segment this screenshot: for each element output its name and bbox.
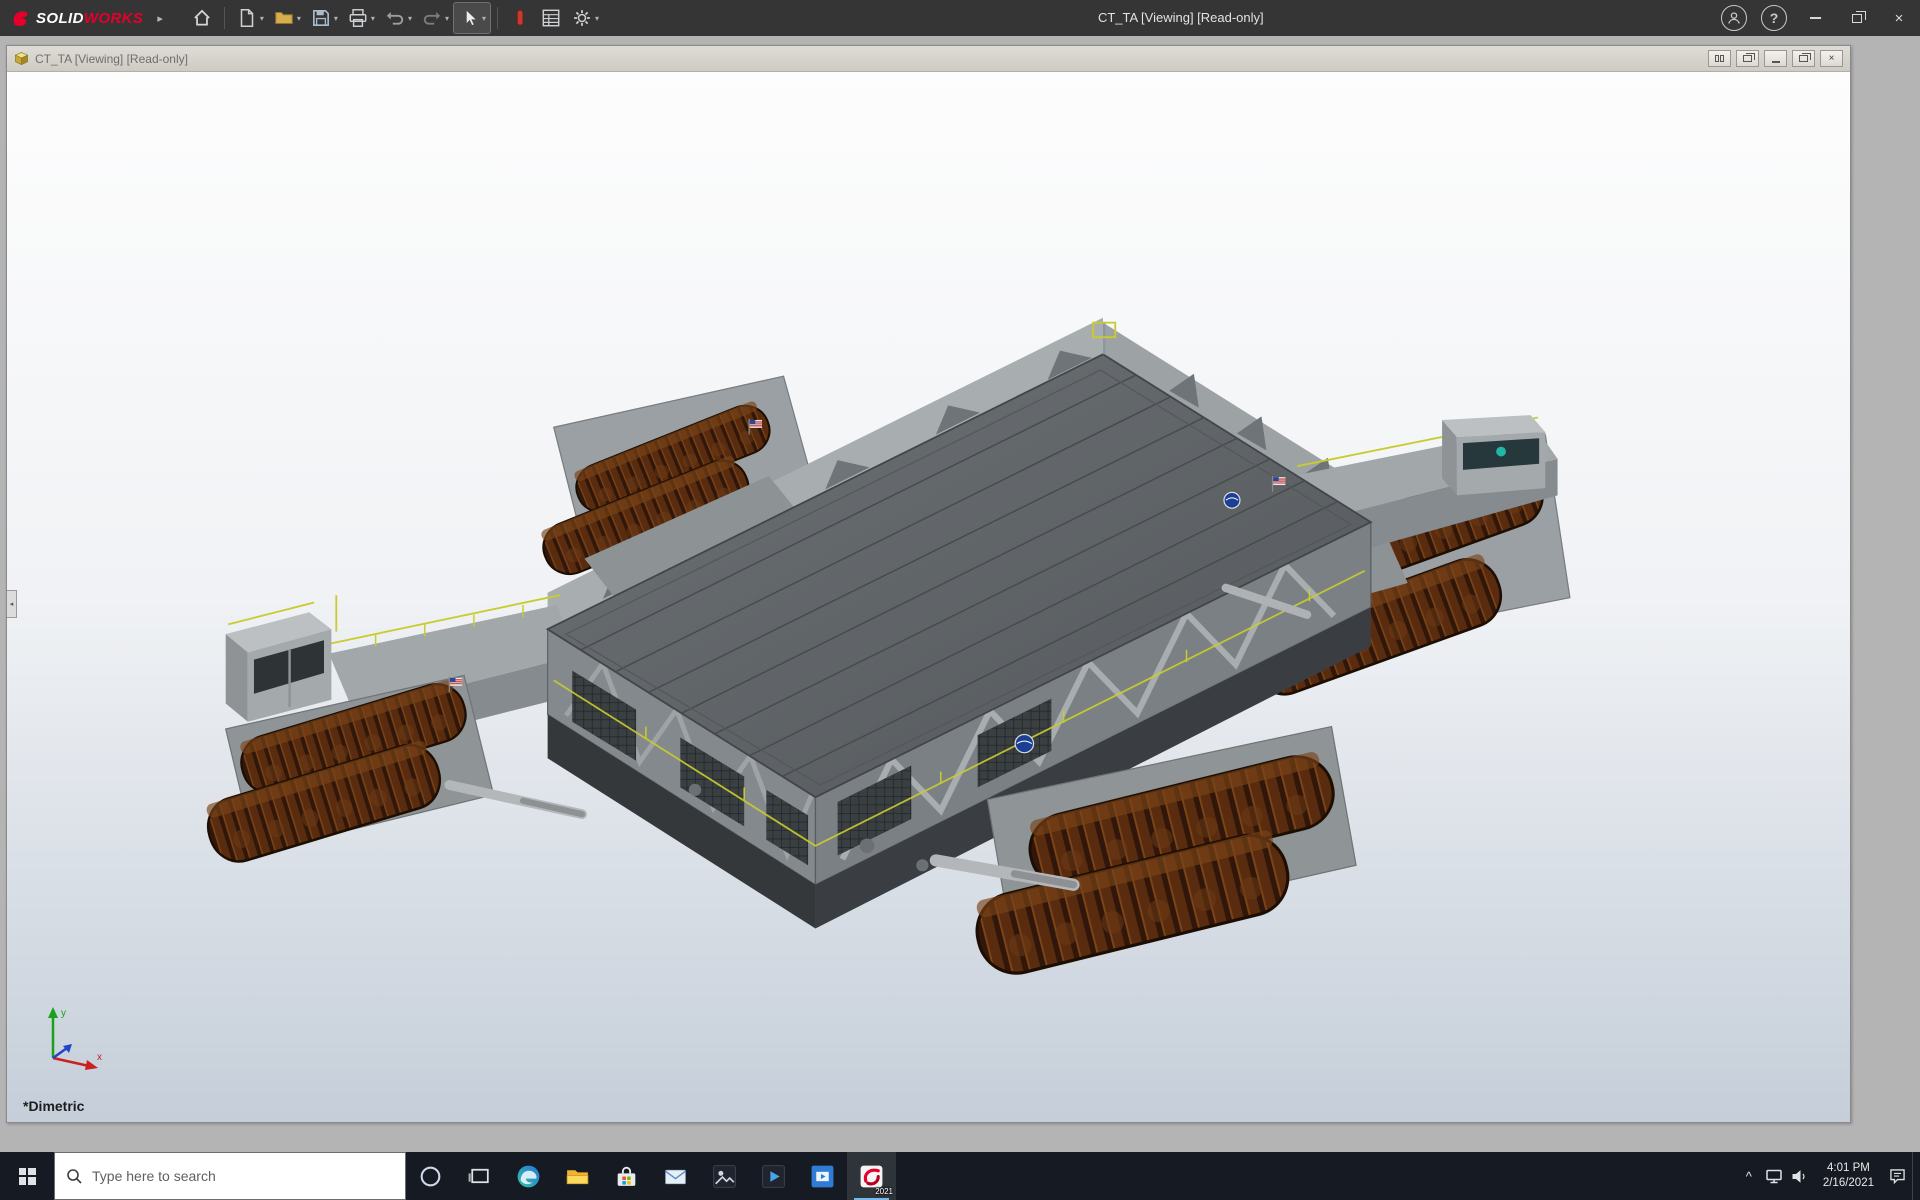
search-icon	[66, 1168, 83, 1185]
operator-cab-right[interactable]	[1442, 415, 1545, 495]
taskbar-search[interactable]	[54, 1152, 406, 1200]
open-button[interactable]: ▾	[269, 3, 305, 33]
document-titlebar[interactable]: CT_TA [Viewing] [Read-only] ×	[7, 46, 1850, 72]
start-button[interactable]	[0, 1152, 54, 1200]
titlebar-right-controls: ? ×	[1714, 0, 1920, 36]
show-desktop-button[interactable]	[1912, 1152, 1918, 1200]
restore-icon	[1852, 14, 1862, 23]
doc-minimize-button[interactable]	[1764, 50, 1787, 67]
panel-collapse-arrow[interactable]: ◂	[7, 590, 17, 618]
triad-x-label: x	[97, 1052, 102, 1063]
movies-tv-button[interactable]	[798, 1152, 847, 1200]
doc-restore-button[interactable]	[1792, 50, 1815, 67]
assembly-document-icon	[14, 51, 29, 66]
view-orientation-label: *Dimetric	[23, 1098, 84, 1114]
collapse-arrow-glyph: ◂	[10, 600, 14, 608]
save-button[interactable]: ▾	[306, 3, 342, 33]
triad-y-label: y	[61, 1008, 66, 1019]
brand-text: SOLIDWORKS	[36, 10, 143, 27]
options-gear-button[interactable]: ▾	[567, 3, 603, 33]
cortana-icon	[417, 1163, 444, 1190]
print-button[interactable]: ▾	[343, 3, 379, 33]
app-titlebar: SOLIDWORKS ▸ ▾ ▾ ▾ ▾ ▾ ▾	[0, 0, 1920, 36]
solidworks-year-badge: 2021	[875, 1187, 893, 1196]
graphics-viewport[interactable]: y x *Dimetric ◂	[7, 72, 1850, 1122]
file-explorer-icon	[564, 1163, 591, 1190]
markup-button[interactable]	[505, 3, 535, 33]
store-icon	[613, 1163, 640, 1190]
media-player-icon	[760, 1163, 787, 1190]
minimize-button[interactable]	[1794, 0, 1836, 36]
clock-date: 2/16/2021	[1823, 1176, 1874, 1191]
dropdown-caret-icon[interactable]: ▾	[371, 14, 375, 23]
select-tool-button[interactable]: ▾	[454, 3, 490, 33]
system-tray: ^ 4:01 PM 2/16/2021	[1738, 1152, 1920, 1200]
help-glyph: ?	[1770, 10, 1779, 26]
cortana-button[interactable]	[406, 1152, 455, 1200]
dropdown-caret-icon[interactable]: ▾	[445, 14, 449, 23]
minimize-icon	[1810, 17, 1821, 19]
operator-cab-left[interactable]	[226, 595, 337, 722]
dropdown-caret-icon[interactable]: ▾	[297, 14, 301, 23]
undo-button[interactable]: ▾	[380, 3, 416, 33]
photos-button[interactable]	[700, 1152, 749, 1200]
menu-expand-arrow[interactable]: ▸	[151, 12, 169, 25]
solidworks-icon	[858, 1163, 885, 1190]
taskbar-clock[interactable]: 4:01 PM 2/16/2021	[1814, 1161, 1883, 1191]
file-explorer-button[interactable]	[553, 1152, 602, 1200]
volume-icon[interactable]	[1789, 1166, 1810, 1187]
movies-tv-icon	[809, 1163, 836, 1190]
quick-access-toolbar: ▾ ▾ ▾ ▾ ▾ ▾ ▾	[187, 0, 603, 36]
windows-logo-icon	[19, 1168, 36, 1185]
new-document-button[interactable]: ▾	[232, 3, 268, 33]
mdi-workspace: CT_TA [Viewing] [Read-only] ×	[0, 36, 1920, 1152]
solidworks-logo: SOLIDWORKS	[0, 8, 151, 29]
network-icon[interactable]	[1764, 1166, 1785, 1187]
search-input[interactable]	[92, 1168, 394, 1184]
document-properties-button[interactable]	[536, 3, 566, 33]
orientation-triad[interactable]: y x	[31, 994, 117, 1080]
task-view-icon	[466, 1163, 493, 1190]
document-title: CT_TA [Viewing] [Read-only]	[35, 52, 188, 66]
media-player-button[interactable]	[749, 1152, 798, 1200]
account-icon[interactable]	[1721, 5, 1747, 31]
home-button[interactable]	[187, 3, 217, 33]
photos-icon	[711, 1163, 738, 1190]
toolbar-separator	[497, 7, 498, 29]
dropdown-caret-icon[interactable]: ▾	[482, 14, 486, 23]
dropdown-caret-icon[interactable]: ▾	[334, 14, 338, 23]
dropdown-caret-icon[interactable]: ▾	[260, 14, 264, 23]
dropdown-caret-icon[interactable]: ▾	[595, 14, 599, 23]
doc-cascade-button[interactable]	[1736, 50, 1759, 67]
store-button[interactable]	[602, 1152, 651, 1200]
window-title: CT_TA [Viewing] [Read-only]	[1098, 0, 1264, 36]
doc-close-button[interactable]: ×	[1820, 50, 1843, 67]
task-view-button[interactable]	[455, 1152, 504, 1200]
mail-button[interactable]	[651, 1152, 700, 1200]
solidworks-taskbar-button[interactable]: 2021	[847, 1152, 896, 1200]
doc-tile-button[interactable]	[1708, 50, 1731, 67]
action-center-icon[interactable]	[1887, 1166, 1908, 1187]
document-window: CT_TA [Viewing] [Read-only] ×	[6, 45, 1851, 1123]
clock-time: 4:01 PM	[1823, 1161, 1874, 1176]
edge-icon	[515, 1163, 542, 1190]
document-window-controls: ×	[1708, 50, 1843, 67]
dassault-systemes-icon	[10, 8, 31, 29]
crawler-transporter-model[interactable]	[7, 72, 1850, 1122]
edge-button[interactable]	[504, 1152, 553, 1200]
toolbar-separator	[224, 7, 225, 29]
restore-button[interactable]	[1836, 0, 1878, 36]
help-icon[interactable]: ?	[1761, 5, 1787, 31]
mail-icon	[662, 1163, 689, 1190]
dropdown-caret-icon[interactable]: ▾	[408, 14, 412, 23]
close-button[interactable]: ×	[1878, 0, 1920, 36]
windows-taskbar: 2021 ^ 4:01 PM 2/16/2021	[0, 1152, 1920, 1200]
hidden-icons-chevron[interactable]: ^	[1738, 1169, 1760, 1184]
redo-button[interactable]: ▾	[417, 3, 453, 33]
